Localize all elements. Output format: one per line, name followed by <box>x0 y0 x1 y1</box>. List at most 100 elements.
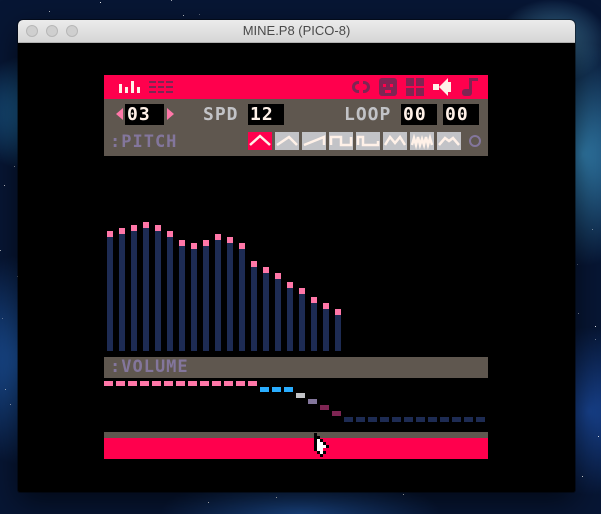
pitch-bar[interactable] <box>311 303 317 351</box>
volume-step[interactable] <box>476 417 485 422</box>
map-editor-icon[interactable] <box>406 78 424 96</box>
prev-sfx-arrow-icon[interactable] <box>116 108 123 120</box>
pitch-note-marker[interactable] <box>107 231 113 237</box>
pattern-editor-icon[interactable] <box>149 81 173 93</box>
waveform-tilted-saw-icon <box>276 135 298 147</box>
volume-step[interactable] <box>320 405 329 410</box>
pitch-bar[interactable] <box>251 267 257 351</box>
pitch-note-marker[interactable] <box>263 267 269 273</box>
pitch-note-marker[interactable] <box>203 240 209 246</box>
loop-label: LOOP <box>344 104 392 125</box>
volume-step[interactable] <box>344 417 353 422</box>
volume-step[interactable] <box>260 387 269 392</box>
volume-step[interactable] <box>428 417 437 422</box>
window-title: MINE.P8 (PICO-8) <box>242 23 351 38</box>
volume-step[interactable] <box>128 381 137 386</box>
pitch-bar[interactable] <box>155 231 161 351</box>
volume-section-label: :VOLUME <box>110 357 189 377</box>
volume-step[interactable] <box>308 399 317 404</box>
instrument-square-button[interactable] <box>329 132 353 150</box>
pitch-bar[interactable] <box>179 246 185 351</box>
volume-step[interactable] <box>332 411 341 416</box>
pitch-bar[interactable] <box>323 309 329 351</box>
pitch-note-marker[interactable] <box>215 234 221 240</box>
volume-step[interactable] <box>140 381 149 386</box>
pitch-note-marker[interactable] <box>323 303 329 309</box>
volume-step[interactable] <box>404 417 413 422</box>
pitch-note-marker[interactable] <box>227 237 233 243</box>
instrument-saw-button[interactable] <box>302 132 326 150</box>
volume-step[interactable] <box>176 381 185 386</box>
music-icon[interactable] <box>460 78 478 96</box>
pitch-bar[interactable] <box>203 246 209 351</box>
volume-graph[interactable] <box>104 378 488 432</box>
pitch-note-marker[interactable] <box>119 228 125 234</box>
volume-step[interactable] <box>392 417 401 422</box>
volume-step[interactable] <box>380 417 389 422</box>
volume-step[interactable] <box>416 417 425 422</box>
volume-step[interactable] <box>368 417 377 422</box>
pitch-bar[interactable] <box>287 288 293 351</box>
instrument-organ-button[interactable] <box>383 132 407 150</box>
pitch-note-marker[interactable] <box>179 240 185 246</box>
pitch-note-marker[interactable] <box>275 273 281 279</box>
volume-step[interactable] <box>284 387 293 392</box>
pitch-note-marker[interactable] <box>143 222 149 228</box>
pitch-note-marker[interactable] <box>239 243 245 249</box>
loop-end-value: 00 <box>445 104 469 125</box>
volume-step[interactable] <box>212 381 221 386</box>
pitch-bar[interactable] <box>239 249 245 351</box>
pitch-note-marker[interactable] <box>131 225 137 231</box>
sfx-icon[interactable] <box>433 78 451 96</box>
next-sfx-arrow-icon[interactable] <box>167 108 174 120</box>
volume-step[interactable] <box>464 417 473 422</box>
pitch-bar[interactable] <box>215 240 221 351</box>
pitch-bar[interactable] <box>227 243 233 351</box>
custom-instrument-toggle[interactable] <box>469 135 481 147</box>
volume-step[interactable] <box>152 381 161 386</box>
volume-step[interactable] <box>248 381 257 386</box>
volume-step[interactable] <box>200 381 209 386</box>
pitch-bar[interactable] <box>263 273 269 351</box>
pitch-note-marker[interactable] <box>299 288 305 294</box>
pitch-bar[interactable] <box>191 249 197 351</box>
pitch-bar[interactable] <box>131 231 137 351</box>
instrument-pulse-button[interactable] <box>356 132 380 150</box>
volume-step[interactable] <box>236 381 245 386</box>
volume-step[interactable] <box>116 381 125 386</box>
instrument-noise-button[interactable] <box>410 132 434 150</box>
pitch-bar[interactable] <box>107 237 113 351</box>
sprite-editor-icon[interactable] <box>379 78 397 96</box>
pitch-note-marker[interactable] <box>287 282 293 288</box>
pitch-bar[interactable] <box>335 315 341 351</box>
pitch-bar[interactable] <box>143 228 149 351</box>
pitch-note-marker[interactable] <box>311 297 317 303</box>
pitch-bar[interactable] <box>275 279 281 351</box>
volume-step[interactable] <box>440 417 449 422</box>
volume-step[interactable] <box>272 387 281 392</box>
code-editor-icon[interactable] <box>352 78 370 96</box>
volume-step[interactable] <box>104 381 113 386</box>
volume-step[interactable] <box>188 381 197 386</box>
pitch-bar[interactable] <box>119 234 125 351</box>
pitch-note-marker[interactable] <box>155 225 161 231</box>
pitch-note-marker[interactable] <box>191 243 197 249</box>
instrument-tilted-saw-button[interactable] <box>275 132 299 150</box>
volume-step[interactable] <box>164 381 173 386</box>
instrument-triangle-button[interactable] <box>248 132 272 150</box>
volume-step[interactable] <box>452 417 461 422</box>
bottom-status-bar <box>104 438 488 459</box>
pitch-note-marker[interactable] <box>251 261 257 267</box>
pitch-bar[interactable] <box>299 294 305 351</box>
volume-step[interactable] <box>224 381 233 386</box>
volume-step[interactable] <box>356 417 365 422</box>
volume-step[interactable] <box>296 393 305 398</box>
window-titlebar[interactable]: MINE.P8 (PICO-8) <box>18 20 575 43</box>
sfx-editor-icon[interactable] <box>119 81 143 93</box>
pitch-bar[interactable] <box>167 237 173 351</box>
pitch-graph[interactable] <box>104 159 488 351</box>
instrument-phaser-button[interactable] <box>437 132 461 150</box>
pitch-note-marker[interactable] <box>167 231 173 237</box>
pitch-section-label: :PITCH <box>110 132 178 152</box>
pitch-note-marker[interactable] <box>335 309 341 315</box>
